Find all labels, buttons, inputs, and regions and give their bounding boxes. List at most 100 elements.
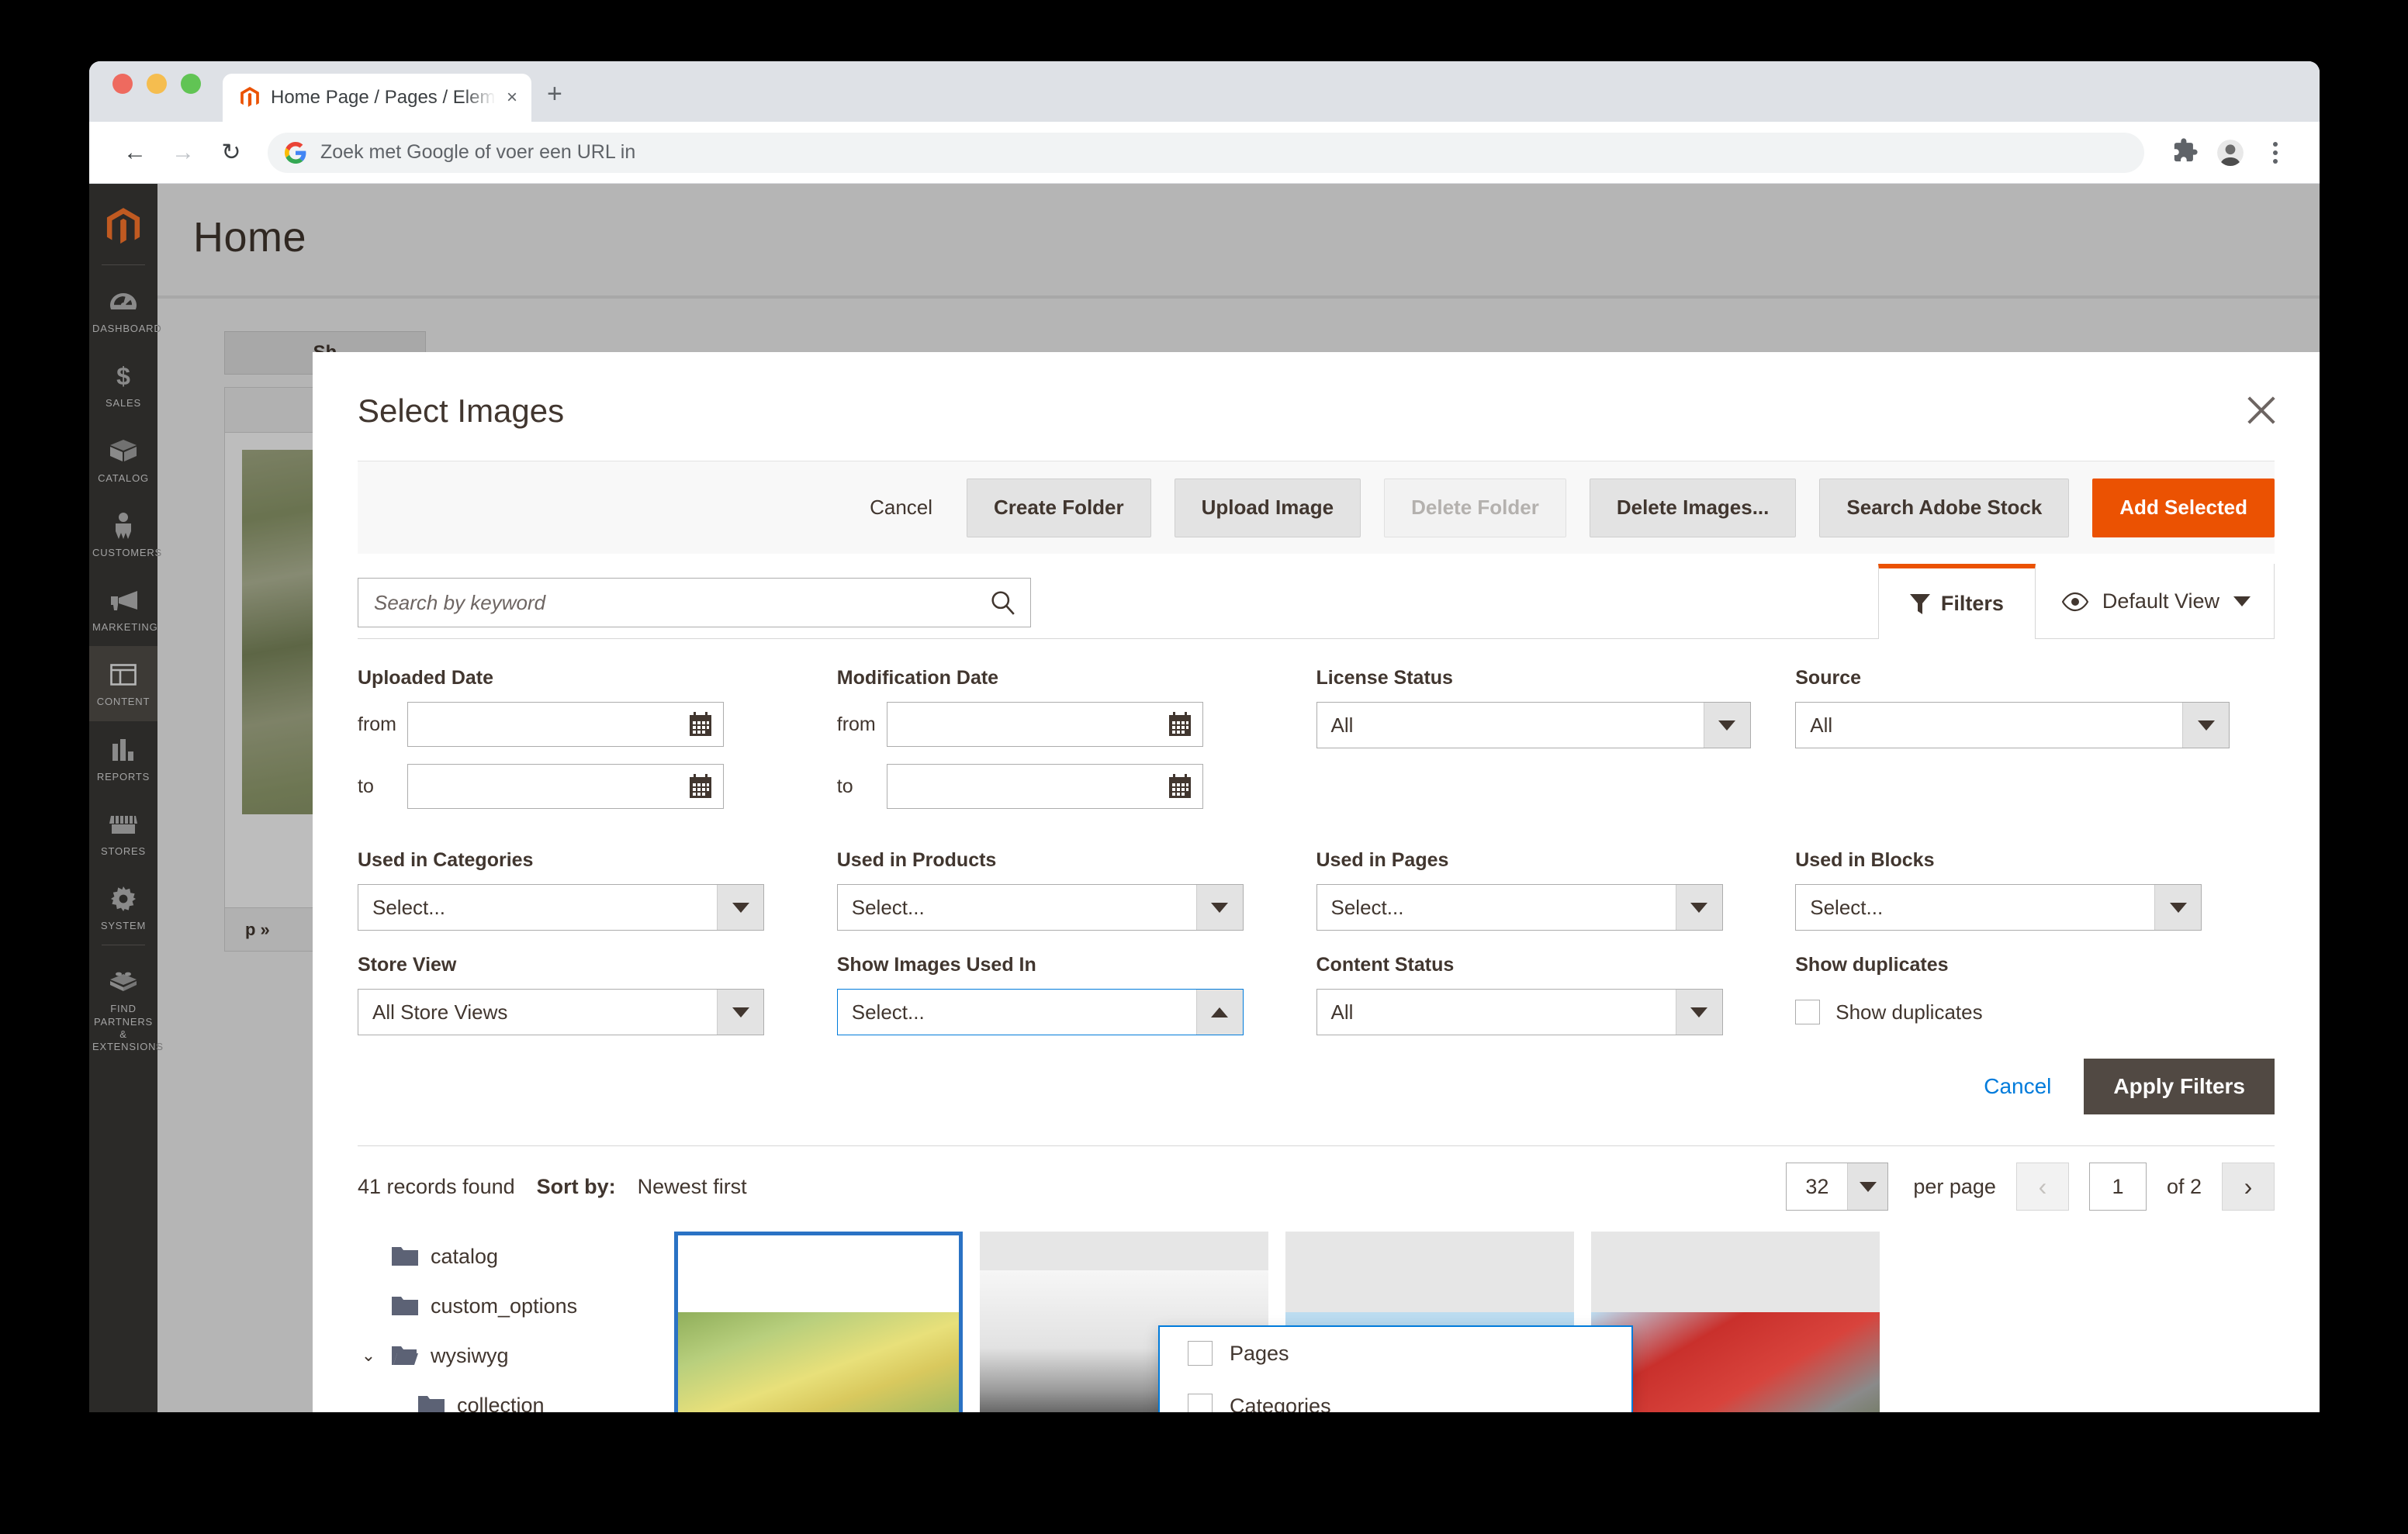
address-bar[interactable]: Zoek met Google of voer een URL in bbox=[268, 132, 2144, 173]
show-duplicates-label: Show duplicates bbox=[1835, 1000, 1983, 1024]
back-arrow-icon[interactable]: ← bbox=[111, 140, 159, 166]
modal-toolbar: Cancel Create Folder Upload Image Delete… bbox=[358, 461, 2275, 554]
dropdown-option-pages[interactable]: Pages bbox=[1160, 1327, 1631, 1380]
sidebar-item-marketing[interactable]: MARKETING bbox=[89, 572, 157, 646]
new-tab-button[interactable]: + bbox=[547, 79, 562, 122]
folder-icon bbox=[418, 1396, 445, 1412]
sidebar-item-customers[interactable]: CUSTOMERS bbox=[89, 497, 161, 572]
browser-menu-icon[interactable] bbox=[2253, 141, 2298, 164]
search-adobe-stock-button[interactable]: Search Adobe Stock bbox=[1819, 478, 2070, 537]
chevron-down-icon[interactable]: ⌄ bbox=[358, 1346, 379, 1366]
sidebar-item-reports[interactable]: REPORTS bbox=[89, 721, 157, 796]
close-window-button[interactable] bbox=[112, 74, 133, 94]
filter-content-status: Content Status All bbox=[1316, 954, 1796, 1035]
chevron-down-icon[interactable] bbox=[1195, 885, 1243, 930]
delete-images-button[interactable]: Delete Images... bbox=[1589, 478, 1797, 537]
image-thumbnail-woman-outdoors[interactable] bbox=[674, 1232, 963, 1412]
chevron-down-icon[interactable] bbox=[1675, 885, 1722, 930]
browser-tab[interactable]: Home Page / Pages / Elements × bbox=[223, 74, 532, 122]
used-in-categories-select[interactable]: Select... bbox=[358, 884, 764, 931]
folder-tree-item-wysiwyg[interactable]: ⌄ wysiwyg bbox=[358, 1331, 668, 1380]
profile-avatar[interactable] bbox=[2208, 139, 2253, 166]
chevron-down-icon[interactable] bbox=[2154, 885, 2202, 930]
next-page-button[interactable]: › bbox=[2222, 1163, 2275, 1211]
sidebar-item-dashboard[interactable]: DASHBOARD bbox=[89, 273, 161, 347]
calendar-icon[interactable] bbox=[689, 712, 712, 737]
apply-filters-button[interactable]: Apply Filters bbox=[2084, 1059, 2275, 1114]
previous-page-button: ‹ bbox=[2015, 1163, 2069, 1211]
show-duplicates-checkbox[interactable] bbox=[1795, 1000, 1821, 1024]
filters-cancel-link[interactable]: Cancel bbox=[1984, 1074, 2051, 1099]
modification-date-from-input[interactable] bbox=[886, 702, 1203, 747]
magento-logo-icon[interactable] bbox=[89, 195, 157, 264]
sidebar-item-sales[interactable]: $ SALES bbox=[89, 347, 157, 422]
select-value: Select... bbox=[372, 895, 445, 919]
option-label: Pages bbox=[1230, 1341, 1289, 1365]
create-folder-button[interactable]: Create Folder bbox=[967, 478, 1151, 537]
show-duplicates-checkbox-row[interactable]: Show duplicates bbox=[1795, 989, 2275, 1035]
folder-label: wysiwyg bbox=[431, 1343, 509, 1367]
used-in-pages-select[interactable]: Select... bbox=[1316, 884, 1723, 931]
chevron-down-icon[interactable] bbox=[717, 885, 763, 930]
default-view-dropdown[interactable]: Default View bbox=[2036, 564, 2275, 639]
extensions-puzzle-icon[interactable] bbox=[2163, 137, 2208, 168]
uploaded-date-from-input[interactable] bbox=[407, 702, 724, 747]
calendar-icon[interactable] bbox=[689, 774, 712, 799]
image-thumbnail-man-red-shirt-bottle[interactable] bbox=[1591, 1232, 1880, 1412]
sidebar-item-label: FIND PARTNERS & EXTENSIONS bbox=[92, 1003, 164, 1052]
source-select[interactable]: All bbox=[1795, 702, 2230, 748]
sidebar-item-stores[interactable]: STORES bbox=[89, 796, 157, 870]
chevron-down-icon[interactable] bbox=[717, 990, 763, 1035]
search-input[interactable] bbox=[374, 590, 990, 615]
forward-arrow-icon[interactable]: → bbox=[159, 140, 207, 166]
reload-icon[interactable]: ↻ bbox=[207, 139, 255, 166]
used-in-products-select[interactable]: Select... bbox=[836, 884, 1244, 931]
current-page-input[interactable]: 1 bbox=[2088, 1163, 2147, 1211]
chevron-down-icon[interactable] bbox=[2182, 703, 2230, 748]
filter-used-in-pages: Used in Pages Select... bbox=[1316, 849, 1796, 931]
admin-sidebar: DASHBOARD $ SALES CATALOG CUSTOMERS MARK… bbox=[89, 184, 164, 1412]
close-icon[interactable] bbox=[2242, 391, 2279, 428]
chevron-up-icon[interactable] bbox=[1195, 990, 1243, 1035]
maximize-window-button[interactable] bbox=[181, 74, 201, 94]
chevron-down-icon[interactable] bbox=[1847, 1163, 1888, 1210]
sidebar-item-content[interactable]: CONTENT bbox=[89, 646, 157, 721]
filters-row-1: Uploaded Date from to Modification Date … bbox=[358, 667, 2275, 826]
sidebar-item-catalog[interactable]: CATALOG bbox=[89, 423, 157, 497]
checkbox[interactable] bbox=[1188, 1341, 1213, 1366]
sort-by-value[interactable]: Newest first bbox=[638, 1175, 747, 1199]
sidebar-item-label: SYSTEM bbox=[100, 920, 147, 931]
uploaded-date-to-input[interactable] bbox=[407, 764, 724, 809]
show-images-used-in-select[interactable]: Select... bbox=[836, 989, 1244, 1035]
close-icon[interactable]: × bbox=[507, 88, 517, 107]
window-traffic-lights bbox=[112, 61, 201, 122]
chevron-down-icon[interactable] bbox=[1675, 990, 1722, 1035]
folder-tree-item-collection[interactable]: collection bbox=[358, 1380, 668, 1412]
license-status-select[interactable]: All bbox=[1316, 702, 1751, 748]
checkbox[interactable] bbox=[1188, 1394, 1213, 1412]
folder-tree-item-catalog[interactable]: catalog bbox=[358, 1232, 668, 1281]
modification-date-to-row: to bbox=[837, 764, 1316, 809]
dropdown-option-categories[interactable]: Categories bbox=[1160, 1380, 1631, 1412]
folder-tree-item-custom-options[interactable]: custom_options bbox=[358, 1281, 668, 1331]
sidebar-item-system[interactable]: SYSTEM bbox=[89, 870, 157, 945]
add-selected-button[interactable]: Add Selected bbox=[2092, 478, 2275, 537]
upload-image-button[interactable]: Upload Image bbox=[1174, 478, 1361, 537]
calendar-icon[interactable] bbox=[1168, 774, 1192, 799]
modification-date-to-input[interactable] bbox=[886, 764, 1203, 809]
tab-filters[interactable]: Filters bbox=[1877, 564, 2036, 639]
search-icon[interactable] bbox=[990, 589, 1016, 616]
sidebar-item-find-partners-extensions[interactable]: FIND PARTNERS & EXTENSIONS bbox=[89, 953, 164, 1066]
store-view-select[interactable]: All Store Views bbox=[358, 989, 764, 1035]
content-status-select[interactable]: All bbox=[1316, 989, 1723, 1035]
minimize-window-button[interactable] bbox=[147, 74, 167, 94]
per-page-select[interactable]: 32 bbox=[1786, 1163, 1889, 1211]
to-label: to bbox=[358, 775, 374, 797]
cancel-button[interactable]: Cancel bbox=[859, 479, 943, 537]
sidebar-item-label: MARKETING bbox=[92, 621, 158, 633]
modification-date-from-row: from bbox=[837, 702, 1316, 747]
used-in-blocks-select[interactable]: Select... bbox=[1795, 884, 2202, 931]
calendar-icon[interactable] bbox=[1168, 712, 1192, 737]
search-box[interactable] bbox=[358, 578, 1031, 627]
chevron-down-icon[interactable] bbox=[1703, 703, 1750, 748]
